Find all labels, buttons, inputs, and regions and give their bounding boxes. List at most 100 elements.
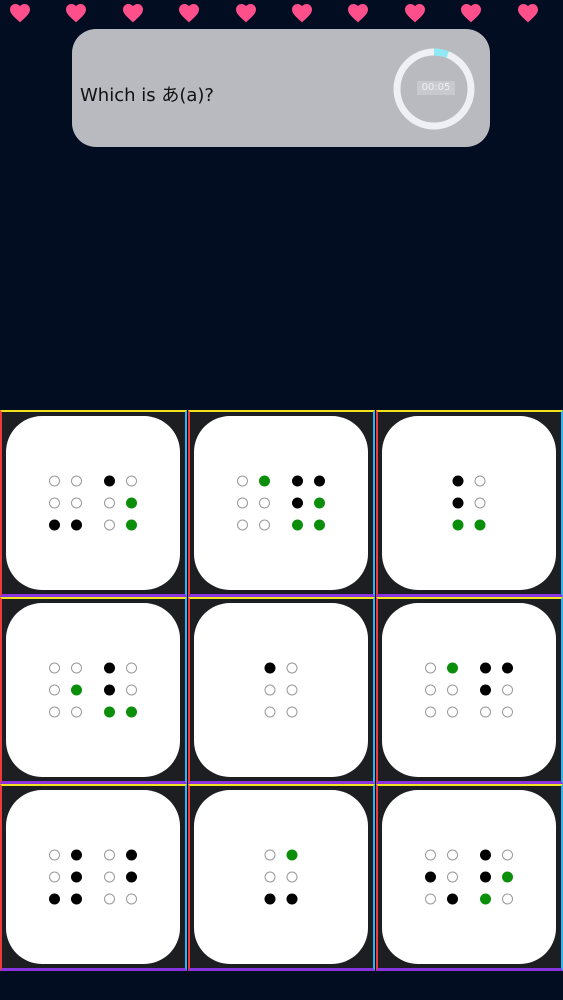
braille-dot-raised [292, 475, 303, 487]
braille-dot-highlight [104, 706, 115, 718]
braille-dot-empty [49, 706, 60, 718]
braille-pattern [452, 475, 486, 531]
braille-dot-empty [104, 497, 115, 509]
braille-dot-empty [237, 475, 248, 487]
braille-dot-raised [104, 475, 115, 487]
timer-label: 00:05 [417, 81, 455, 95]
braille-dot-raised [104, 684, 115, 696]
braille-dot-empty [71, 706, 82, 718]
braille-dot-empty [126, 475, 137, 487]
braille-dot-empty [237, 519, 248, 531]
braille-dot-empty [286, 662, 298, 674]
braille-dot-empty [49, 475, 60, 487]
answer-option-8[interactable] [188, 784, 375, 971]
braille-dot-highlight [314, 519, 325, 531]
braille-dot-empty [259, 497, 270, 509]
braille-dot-empty [286, 706, 298, 718]
braille-dot-raised [425, 871, 436, 883]
braille-dot-empty [49, 684, 60, 696]
braille-dot-highlight [126, 497, 137, 509]
braille-dot-empty [71, 662, 82, 674]
braille-dot-raised [502, 662, 513, 674]
braille-dot-highlight [259, 475, 270, 487]
braille-dot-empty [447, 849, 458, 861]
answer-option-1[interactable] [0, 410, 187, 597]
heart-icon [122, 4, 143, 23]
braille-dot-empty [447, 684, 458, 696]
heart-icon [179, 4, 200, 23]
braille-pattern [237, 475, 325, 531]
answer-card[interactable] [382, 603, 556, 777]
braille-dot-highlight [452, 519, 464, 531]
braille-dot-empty [104, 871, 115, 883]
answer-option-6[interactable] [376, 597, 563, 784]
braille-dot-highlight [126, 519, 137, 531]
answer-card[interactable] [6, 603, 180, 777]
braille-dot-empty [502, 893, 513, 905]
answer-card[interactable] [382, 416, 556, 590]
braille-dot-highlight [474, 519, 486, 531]
braille-dot-raised [480, 684, 491, 696]
braille-dot-raised [480, 662, 491, 674]
braille-dot-raised [452, 475, 464, 487]
heart-icon [348, 4, 369, 23]
braille-dot-empty [71, 475, 82, 487]
braille-dot-empty [425, 893, 436, 905]
braille-dot-empty [474, 497, 486, 509]
braille-dot-raised [49, 893, 60, 905]
braille-dot-raised [126, 871, 137, 883]
braille-dot-empty [480, 706, 491, 718]
braille-dot-highlight [292, 519, 303, 531]
braille-pattern [49, 662, 137, 718]
heart-icon [517, 4, 538, 23]
braille-dot-empty [425, 662, 436, 674]
braille-pattern [425, 849, 513, 905]
braille-dot-empty [104, 893, 115, 905]
braille-dot-raised [314, 475, 325, 487]
question-text: Which is あ(a)? [80, 85, 214, 106]
answer-option-4[interactable] [0, 597, 187, 784]
braille-dot-empty [49, 497, 60, 509]
braille-dot-empty [49, 871, 60, 883]
braille-dot-raised [264, 662, 276, 674]
braille-dot-empty [264, 684, 276, 696]
braille-dot-raised [71, 871, 82, 883]
question-panel: Which is あ(a)? 00:05 [72, 29, 490, 147]
answer-option-5[interactable] [188, 597, 375, 784]
answer-grid [0, 410, 563, 972]
braille-dot-empty [264, 849, 276, 861]
braille-dot-highlight [480, 893, 491, 905]
braille-dot-raised [104, 662, 115, 674]
heart-icon [461, 4, 482, 23]
braille-dot-empty [425, 706, 436, 718]
braille-pattern [264, 662, 298, 718]
braille-dot-raised [452, 497, 464, 509]
braille-pattern [425, 662, 513, 718]
answer-card[interactable] [194, 416, 368, 590]
braille-dot-raised [286, 893, 298, 905]
answer-card[interactable] [194, 603, 368, 777]
braille-dot-empty [264, 706, 276, 718]
braille-dot-raised [71, 893, 82, 905]
answer-card[interactable] [6, 416, 180, 590]
braille-dot-empty [502, 706, 513, 718]
heart-icon [292, 4, 312, 23]
answer-card[interactable] [6, 790, 180, 964]
answer-option-2[interactable] [188, 410, 375, 597]
braille-dot-empty [286, 871, 298, 883]
braille-dot-empty [502, 849, 513, 861]
braille-dot-empty [502, 684, 513, 696]
answer-option-3[interactable] [376, 410, 563, 597]
answer-card[interactable] [194, 790, 368, 964]
lives-bar [0, 0, 563, 28]
braille-dot-highlight [502, 871, 513, 883]
braille-dot-raised [71, 849, 82, 861]
answer-option-7[interactable] [0, 784, 187, 971]
braille-dot-raised [447, 893, 458, 905]
answer-card[interactable] [382, 790, 556, 964]
answer-option-9[interactable] [376, 784, 563, 971]
braille-dot-empty [126, 662, 137, 674]
braille-dot-raised [292, 497, 303, 509]
timer-progress-arc [433, 48, 449, 58]
heart-icon [235, 4, 256, 23]
